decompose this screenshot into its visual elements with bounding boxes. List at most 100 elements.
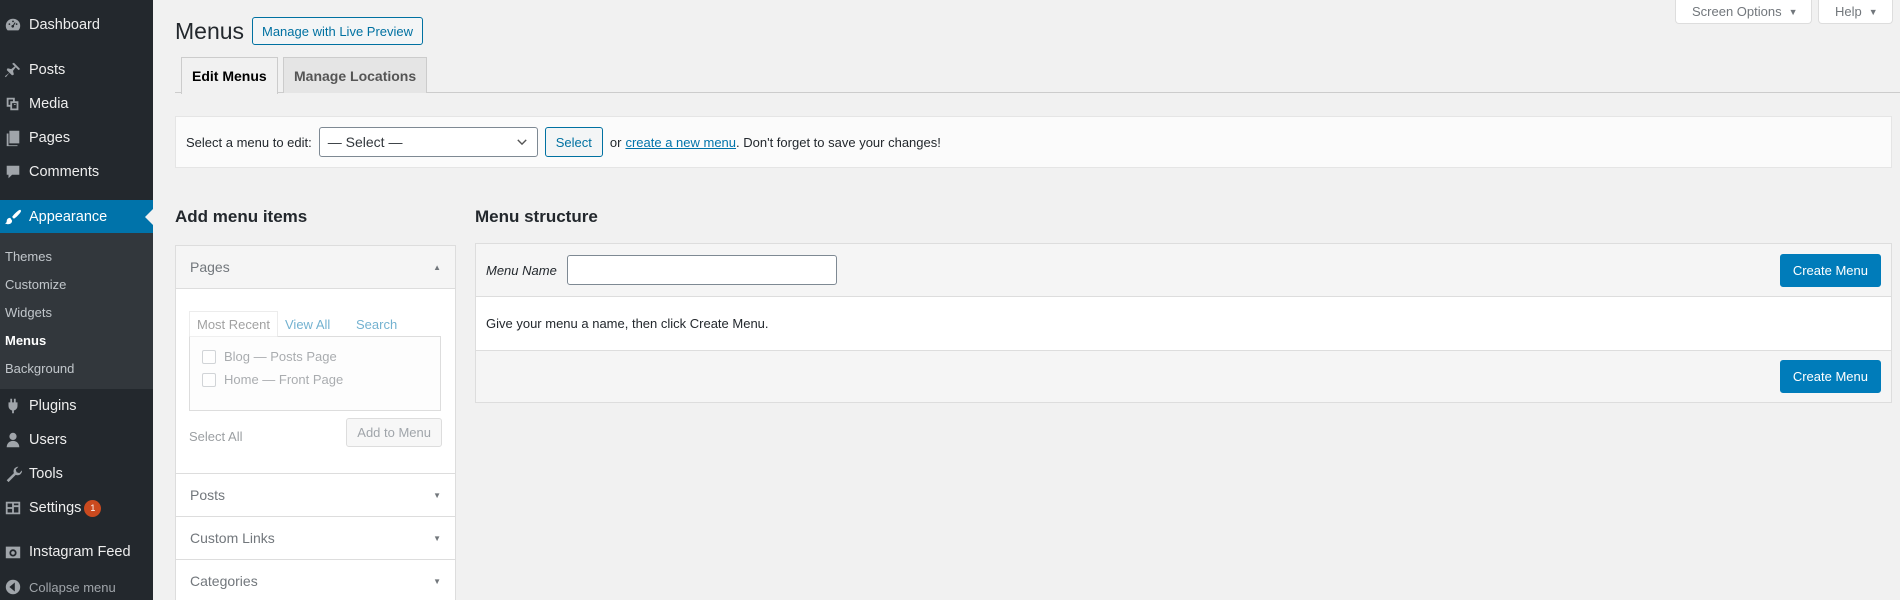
submenu-item-menus[interactable]: Menus <box>0 327 153 355</box>
sidebar-item-label: Instagram Feed <box>29 544 131 560</box>
sidebar-item-settings[interactable]: Settings 1 <box>0 491 153 525</box>
submenu-item-background[interactable]: Background <box>0 355 153 383</box>
accordion-categories-header[interactable]: Categories ▼ <box>176 560 455 600</box>
triangle-down-icon: ▼ <box>433 533 441 543</box>
triangle-down-icon: ▼ <box>433 490 441 500</box>
help-button[interactable]: Help ▼ <box>1818 0 1893 24</box>
create-new-menu-link[interactable]: create a new menu <box>625 135 736 150</box>
collapse-arrow-icon <box>0 578 29 596</box>
add-menu-items-accordion: Pages ▲ Most Recent View All Search Blog… <box>175 245 456 600</box>
camera-icon <box>0 543 29 561</box>
sidebar-item-comments[interactable]: Comments <box>0 155 153 189</box>
submenu-item-themes[interactable]: Themes <box>0 243 153 271</box>
sidebar-item-label: Plugins <box>29 398 77 414</box>
triangle-down-icon: ▼ <box>433 576 441 586</box>
appearance-submenu: Themes Customize Widgets Menus Backgroun… <box>0 233 153 389</box>
collapse-menu-label: Collapse menu <box>29 579 116 595</box>
chevron-down-icon <box>517 139 527 146</box>
admin-sidebar: Dashboard Posts Media Pages Comments App… <box>0 0 153 600</box>
page-checklist: Blog — Posts Page Home — Front Page <box>189 336 441 411</box>
or-text: or <box>609 134 622 150</box>
triangle-up-icon: ▲ <box>433 262 441 272</box>
sidebar-item-label: Posts <box>29 62 66 78</box>
menu-instructions: Give your menu a name, then click Create… <box>476 297 1891 351</box>
add-to-menu-button[interactable]: Add to Menu <box>346 418 442 447</box>
settings-icon <box>0 499 29 517</box>
update-count-badge: 1 <box>84 499 102 517</box>
sidebar-item-label: Users <box>29 432 67 448</box>
accordion-title: Pages <box>190 259 230 275</box>
select-button[interactable]: Select <box>544 127 603 157</box>
submenu-item-widgets[interactable]: Widgets <box>0 299 153 327</box>
accordion-pages-header[interactable]: Pages ▲ <box>176 246 455 289</box>
page-label: Home — Front Page <box>224 372 344 387</box>
pushpin-icon <box>0 61 29 79</box>
sidebar-item-media[interactable]: Media <box>0 87 153 121</box>
checkbox[interactable] <box>202 372 216 387</box>
tab-search[interactable]: Search <box>349 311 404 337</box>
accordion-posts-header[interactable]: Posts ▼ <box>176 474 455 517</box>
plugin-icon <box>0 397 29 415</box>
sidebar-item-label: Appearance <box>29 209 108 225</box>
sidebar-item-label: Tools <box>29 466 63 482</box>
comment-icon <box>0 163 29 181</box>
collapse-menu-button[interactable]: Collapse menu <box>0 570 153 600</box>
sidebar-item-label: Dashboard <box>29 17 100 33</box>
sidebar-item-pages[interactable]: Pages <box>0 121 153 155</box>
add-menu-items-heading: Add menu items <box>175 207 308 226</box>
checkbox[interactable] <box>202 349 216 364</box>
dashboard-icon <box>0 16 29 34</box>
sidebar-item-label: Comments <box>29 164 100 180</box>
pages-panel: Most Recent View All Search Blog — Posts… <box>176 289 455 474</box>
live-preview-button[interactable]: Manage with Live Preview <box>252 17 424 45</box>
sidebar-item-posts[interactable]: Posts <box>0 53 153 87</box>
select-all-label[interactable]: Select All <box>189 429 242 444</box>
accordion-custom-links-header[interactable]: Custom Links ▼ <box>176 517 455 560</box>
page-title: Menus <box>175 18 245 44</box>
accordion-title: Categories <box>190 573 258 589</box>
menu-structure-heading: Menu structure <box>475 207 598 226</box>
list-item[interactable]: Blog — Posts Page <box>202 345 428 368</box>
submenu-item-customize[interactable]: Customize <box>0 271 153 299</box>
sidebar-item-dashboard[interactable]: Dashboard <box>0 8 153 42</box>
triangle-down-icon: ▼ <box>1868 6 1878 17</box>
media-icon <box>0 95 29 113</box>
tab-manage-locations[interactable]: Manage Locations <box>283 57 428 93</box>
pages-tabs: Most Recent View All Search <box>189 311 441 337</box>
manage-menus-bar: Select a menu to edit: — Select — Select… <box>175 116 1892 168</box>
sidebar-item-label: Media <box>29 96 69 112</box>
create-menu-button-top[interactable]: Create Menu <box>1779 254 1881 287</box>
pages-icon <box>0 129 29 147</box>
menu-name-header: Menu Name Create Menu <box>476 244 1891 297</box>
save-reminder-text: . Don't forget to save your changes! <box>736 134 941 150</box>
tab-edit-menus[interactable]: Edit Menus <box>181 57 278 94</box>
create-menu-button-bottom[interactable]: Create Menu <box>1779 360 1881 393</box>
list-item[interactable]: Home — Front Page <box>202 368 428 391</box>
sidebar-item-plugins[interactable]: Plugins <box>0 389 153 423</box>
sidebar-item-label: Settings <box>29 500 82 516</box>
sidebar-item-instagram-feed[interactable]: Instagram Feed <box>0 535 153 569</box>
screen-options-button[interactable]: Screen Options ▼ <box>1675 0 1812 24</box>
page-label: Blog — Posts Page <box>224 349 337 364</box>
wrench-icon <box>0 465 29 483</box>
screen-options-label: Screen Options <box>1692 4 1782 19</box>
menu-edit-panel: Menu Name Create Menu Give your menu a n… <box>475 243 1892 403</box>
sidebar-item-appearance[interactable]: Appearance <box>0 200 153 234</box>
sidebar-item-users[interactable]: Users <box>0 423 153 457</box>
select-menu-label: Select a menu to edit: <box>186 134 312 150</box>
sidebar-item-tools[interactable]: Tools <box>0 457 153 491</box>
accordion-title: Custom Links <box>190 530 275 546</box>
menu-select-dropdown[interactable]: — Select — <box>318 127 538 157</box>
user-icon <box>0 431 29 449</box>
sidebar-item-label: Pages <box>29 130 71 146</box>
tabs-divider <box>175 92 1900 93</box>
paintbrush-icon <box>0 208 29 226</box>
tab-view-all[interactable]: View All <box>278 311 337 337</box>
menu-name-input[interactable] <box>566 255 837 285</box>
triangle-down-icon: ▼ <box>1788 6 1798 17</box>
menu-footer: Create Menu <box>476 351 1891 402</box>
menu-name-label: Menu Name <box>486 262 557 278</box>
tab-most-recent[interactable]: Most Recent <box>189 311 278 337</box>
menu-select-value: — Select — <box>327 134 403 150</box>
accordion-title: Posts <box>190 487 226 503</box>
